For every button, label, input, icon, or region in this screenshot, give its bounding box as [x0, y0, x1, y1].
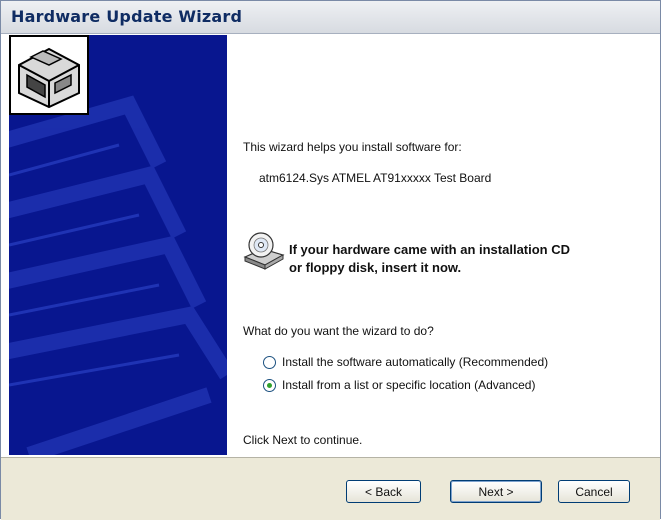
window-title: Hardware Update Wizard — [11, 7, 243, 26]
option-install-from-list[interactable]: Install from a list or specific location… — [263, 376, 535, 394]
cd-prompt: If your hardware came with an installati… — [289, 241, 659, 277]
option-label-automatic: Install the software automatically (Reco… — [282, 355, 549, 369]
footer-hint: Click Next to continue. — [243, 433, 363, 447]
cancel-button[interactable]: Cancel — [558, 480, 630, 503]
cd-prompt-line1: If your hardware came with an installati… — [289, 242, 571, 257]
wizard-side-panel — [9, 35, 227, 455]
next-button[interactable]: Next > — [450, 480, 542, 503]
radio-install-automatically[interactable] — [263, 355, 276, 369]
title-bar[interactable]: Hardware Update Wizard — [1, 1, 660, 34]
wizard-window: Hardware Update Wizard This wizard helps… — [0, 0, 661, 520]
button-bar: < Back Next > Cancel — [1, 457, 660, 520]
option-install-automatically[interactable]: Install the software automatically (Reco… — [263, 353, 548, 371]
wizard-content: This wizard helps you install software f… — [227, 35, 660, 455]
question-text: What do you want the wizard to do? — [243, 324, 434, 338]
cd-prompt-line2: or floppy disk, insert it now. — [289, 260, 462, 275]
intro-text: This wizard helps you install software f… — [243, 140, 462, 154]
device-name: atm6124.Sys ATMEL AT91xxxxx Test Board — [259, 171, 492, 185]
option-label-advanced: Install from a list or specific location… — [282, 378, 536, 392]
radio-install-from-list[interactable] — [263, 378, 276, 392]
hardware-wizard-icon — [9, 35, 89, 115]
back-button[interactable]: < Back — [346, 480, 421, 503]
cd-drive-icon — [243, 232, 285, 270]
